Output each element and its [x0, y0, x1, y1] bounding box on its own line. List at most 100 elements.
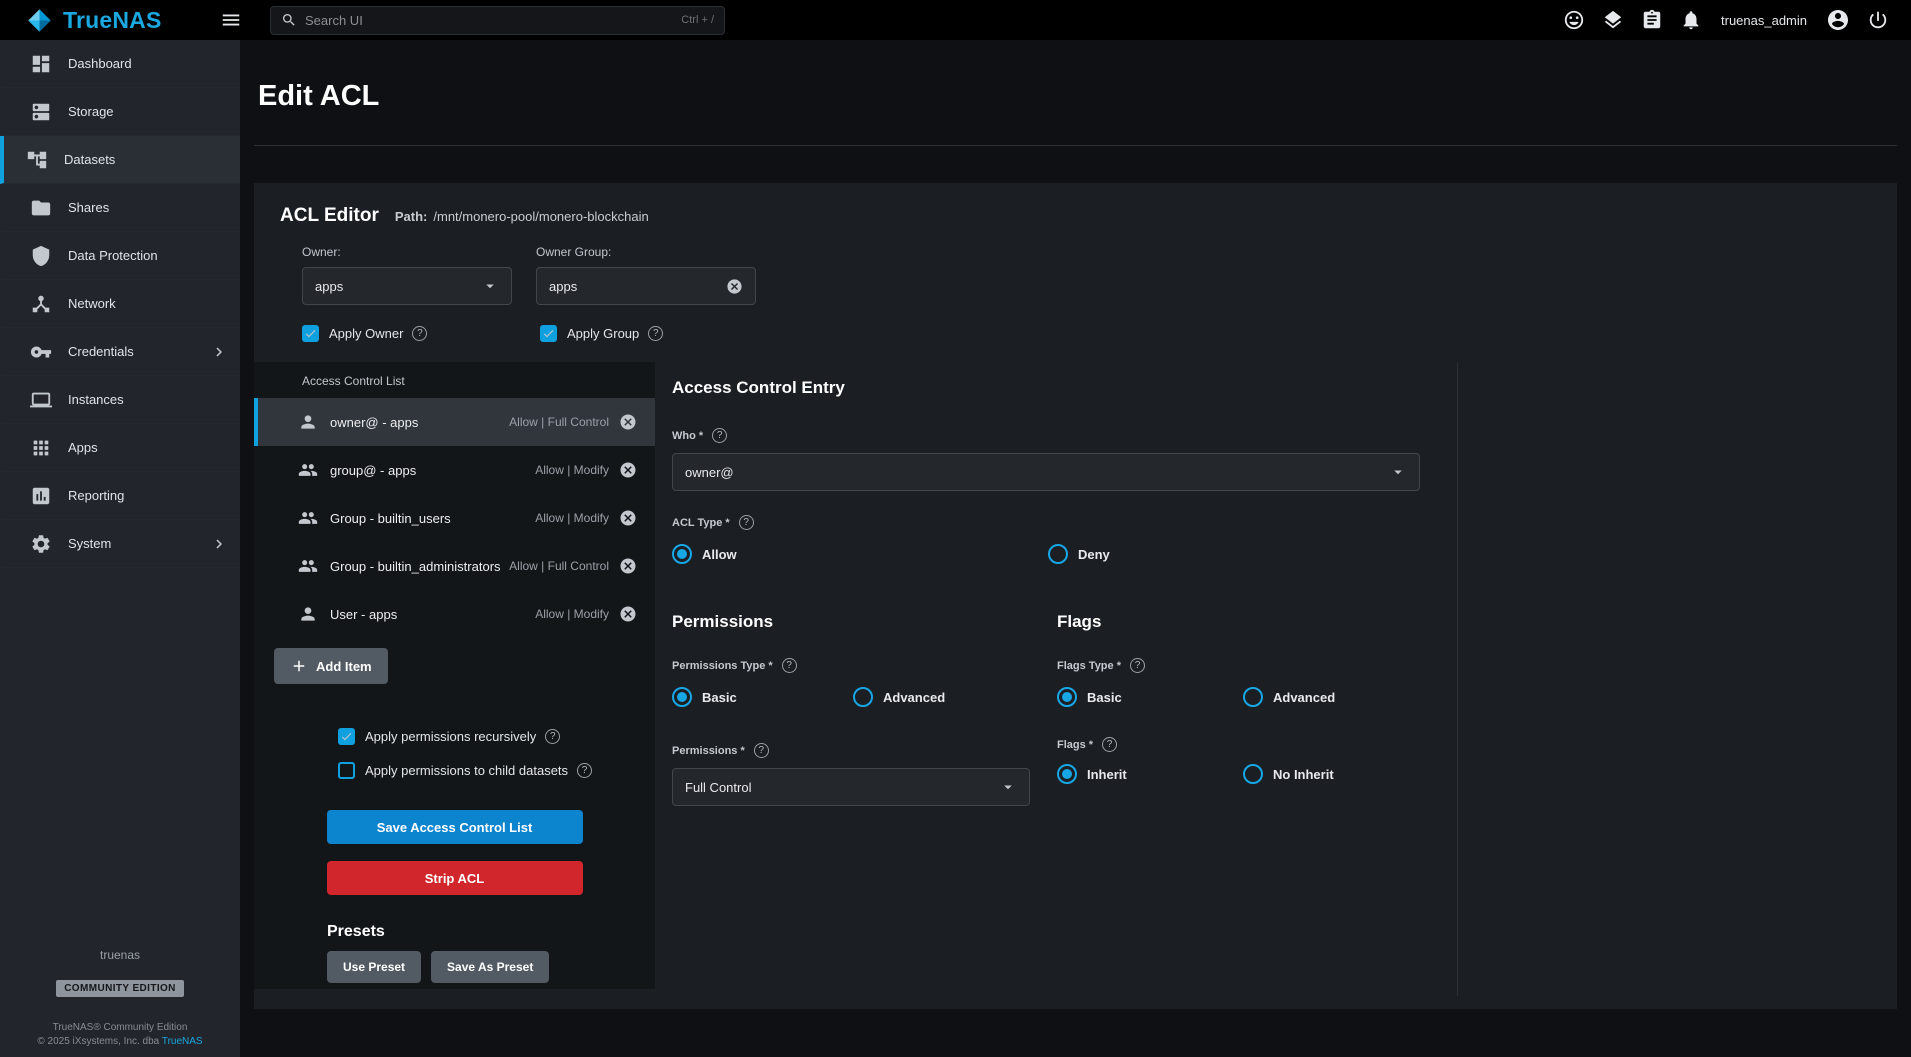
permissions-type-radio-group: Basic Advanced	[672, 687, 1057, 707]
owner-group-label: Owner Group:	[536, 245, 756, 259]
feedback-button[interactable]	[1563, 9, 1585, 31]
sidebar-item-shares[interactable]: Shares	[0, 184, 240, 232]
help-icon[interactable]: ?	[712, 428, 727, 443]
remove-entry-icon[interactable]	[619, 605, 637, 623]
help-icon[interactable]: ?	[545, 729, 560, 744]
remove-entry-icon[interactable]	[619, 509, 637, 527]
strip-acl-button[interactable]: Strip ACL	[327, 861, 583, 895]
permissions-flags-columns: Permissions Permissions Type * ? Basic	[672, 612, 1457, 806]
user-menu-button[interactable]	[1826, 8, 1850, 32]
jobs-button[interactable]	[1641, 9, 1663, 31]
plus-icon	[290, 657, 308, 675]
sidebar-item-data-protection[interactable]: Data Protection	[0, 232, 240, 280]
help-icon[interactable]: ?	[739, 515, 754, 530]
acl-entry-row[interactable]: Group - builtin_users Allow | Modify	[254, 494, 655, 542]
use-preset-button[interactable]: Use Preset	[327, 951, 421, 983]
apply-group-checkbox[interactable]: Apply Group ?	[540, 325, 663, 342]
sidebar-item-label: Credentials	[68, 344, 134, 359]
help-icon[interactable]: ?	[754, 743, 769, 758]
search-box[interactable]: Ctrl + /	[270, 6, 725, 35]
sidebar-item-label: System	[68, 536, 111, 551]
sidebar-item-datasets[interactable]: Datasets	[0, 136, 240, 184]
footer-copyright-line: © 2025 iXsystems, Inc. dba TrueNAS	[0, 1036, 240, 1047]
acl-entry-row[interactable]: owner@ - apps Allow | Full Control	[254, 398, 655, 446]
acl-entry-row[interactable]: group@ - apps Allow | Modify	[254, 446, 655, 494]
radio-deny-label: Deny	[1078, 547, 1110, 562]
add-item-button[interactable]: Add Item	[274, 648, 388, 684]
help-icon[interactable]: ?	[1130, 658, 1145, 673]
radio-permissions-basic[interactable]: Basic	[672, 687, 853, 707]
radio-unselected-icon	[1243, 687, 1263, 707]
owner-select[interactable]: apps	[302, 267, 512, 305]
flags-column: Flags Flags Type * ? Basic	[1057, 612, 1457, 806]
brand-name: TrueNAS	[63, 7, 162, 34]
flags-label: Flags *	[1057, 739, 1093, 751]
help-icon[interactable]: ?	[782, 658, 797, 673]
radio-inherit[interactable]: Inherit	[1057, 764, 1243, 784]
apply-owner-checkbox[interactable]: Apply Owner ?	[302, 325, 540, 342]
owner-group-input[interactable]: apps	[536, 267, 756, 305]
apply-recursive-label: Apply permissions recursively	[365, 729, 536, 744]
datasets-icon	[26, 149, 48, 171]
feedback-smiley-icon	[1563, 9, 1585, 31]
radio-no-inherit[interactable]: No Inherit	[1243, 764, 1334, 784]
apply-recursive-checkbox[interactable]: Apply permissions recursively ?	[338, 728, 655, 745]
remove-entry-icon[interactable]	[619, 413, 637, 431]
group-icon	[298, 460, 318, 480]
acl-entry-row[interactable]: Group - builtin_administrators Allow | F…	[254, 542, 655, 590]
sidebar-item-credentials[interactable]: Credentials	[0, 328, 240, 376]
sidebar-item-system[interactable]: System	[0, 520, 240, 568]
permissions-type-label-row: Permissions Type * ?	[672, 658, 1057, 673]
sidebar-item-label: Dashboard	[68, 56, 132, 71]
apps-icon	[30, 437, 52, 459]
entry-name: Group - builtin_users	[330, 511, 535, 526]
remove-entry-icon[interactable]	[619, 461, 637, 479]
sidebar-item-apps[interactable]: Apps	[0, 424, 240, 472]
radio-unselected-icon	[853, 687, 873, 707]
sidebar-item-label: Datasets	[64, 152, 115, 167]
save-as-preset-button[interactable]: Save As Preset	[431, 951, 549, 983]
card-header: ACL Editor Path:/mnt/monero-pool/monero-…	[254, 183, 1897, 227]
help-icon[interactable]: ?	[412, 326, 427, 341]
radio-deny[interactable]: Deny	[1048, 544, 1110, 564]
save-acl-button[interactable]: Save Access Control List	[327, 810, 583, 844]
sidebar-item-instances[interactable]: Instances	[0, 376, 240, 424]
clear-icon[interactable]	[726, 278, 743, 295]
search-icon	[281, 12, 297, 28]
caret-down-icon	[481, 277, 499, 295]
search-input[interactable]	[305, 13, 681, 28]
truenas-link[interactable]: TrueNAS	[162, 1036, 203, 1047]
remove-entry-icon[interactable]	[619, 557, 637, 575]
sidebar-item-network[interactable]: Network	[0, 280, 240, 328]
radio-flags-advanced[interactable]: Advanced	[1243, 687, 1335, 707]
menu-button[interactable]	[220, 9, 242, 31]
power-button[interactable]	[1867, 9, 1889, 31]
credentials-icon	[30, 341, 52, 363]
ace-title: Access Control Entry	[672, 378, 1457, 398]
sidebar-item-storage[interactable]: Storage	[0, 88, 240, 136]
checkbox-checked-icon	[540, 325, 557, 342]
notifications-button[interactable]	[1680, 9, 1702, 31]
shares-icon	[30, 197, 52, 219]
sidebar-item-dashboard[interactable]: Dashboard	[0, 40, 240, 88]
sidebar-item-reporting[interactable]: Reporting	[0, 472, 240, 520]
help-icon[interactable]: ?	[648, 326, 663, 341]
apply-child-datasets-checkbox[interactable]: Apply permissions to child datasets ?	[338, 762, 655, 779]
acl-entry-row[interactable]: User - apps Allow | Modify	[254, 590, 655, 638]
clipboard-icon	[1641, 9, 1663, 31]
copyright-text: © 2025 iXsystems, Inc. dba	[37, 1036, 161, 1047]
menu-icon	[220, 9, 242, 31]
truecommand-button[interactable]	[1602, 9, 1624, 31]
help-icon[interactable]: ?	[1102, 737, 1117, 752]
entry-summary: Allow | Modify	[535, 607, 609, 621]
dataset-path: Path:/mnt/monero-pool/monero-blockchain	[395, 209, 649, 224]
entry-summary: Allow | Full Control	[509, 415, 609, 429]
radio-allow[interactable]: Allow	[672, 544, 1048, 564]
help-icon[interactable]: ?	[577, 763, 592, 778]
truenas-logo-icon	[26, 7, 53, 34]
permissions-select[interactable]: Full Control	[672, 768, 1030, 806]
radio-flags-basic[interactable]: Basic	[1057, 687, 1243, 707]
radio-permissions-advanced[interactable]: Advanced	[853, 687, 945, 707]
who-select[interactable]: owner@	[672, 453, 1420, 491]
edition-badge: COMMUNITY EDITION	[56, 980, 184, 997]
